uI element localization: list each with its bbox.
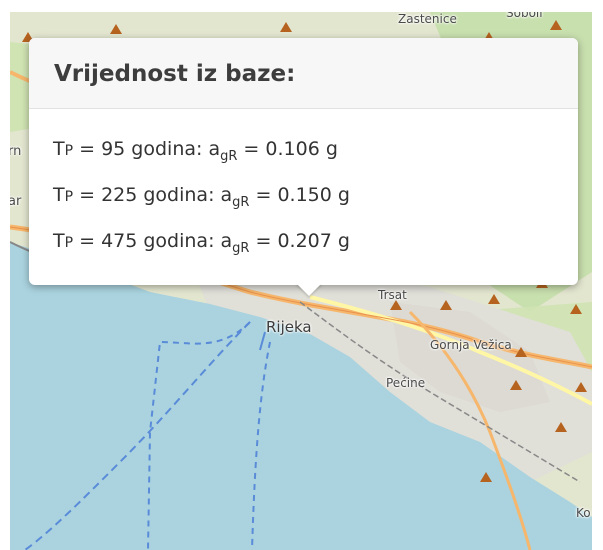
pga-value: 0.106 xyxy=(265,138,320,160)
map-label-rijeka: Rijeka xyxy=(266,318,312,336)
map-label-ko: Ko xyxy=(576,506,591,520)
popup-tip xyxy=(296,283,322,296)
popup-title: Vrijednost iz baze: xyxy=(54,61,296,87)
map-label-zastenice: Zastenice xyxy=(398,12,457,26)
map-label-soboli: Soboli xyxy=(506,12,543,20)
info-popup: Vrijednost iz baze: TP = 95 godina: agR … xyxy=(29,38,578,285)
map-label-gornja-vezica: Gornja Vežica xyxy=(430,338,512,352)
map-label-trsat: Trsat xyxy=(378,288,407,302)
return-period-row: TP = 95 godina: agR = 0.106 g xyxy=(53,138,338,164)
pga-value: 0.150 xyxy=(277,184,332,206)
return-period-row: TP = 225 godina: agR = 0.150 g xyxy=(53,184,350,210)
map-label-rn: rn xyxy=(10,144,22,159)
map-label-ar: ar xyxy=(10,194,22,209)
return-period-row: TP = 475 godina: agR = 0.207 g xyxy=(53,230,350,256)
pga-value: 0.207 xyxy=(277,230,332,252)
map-label-pecine: Pećine xyxy=(386,376,426,390)
